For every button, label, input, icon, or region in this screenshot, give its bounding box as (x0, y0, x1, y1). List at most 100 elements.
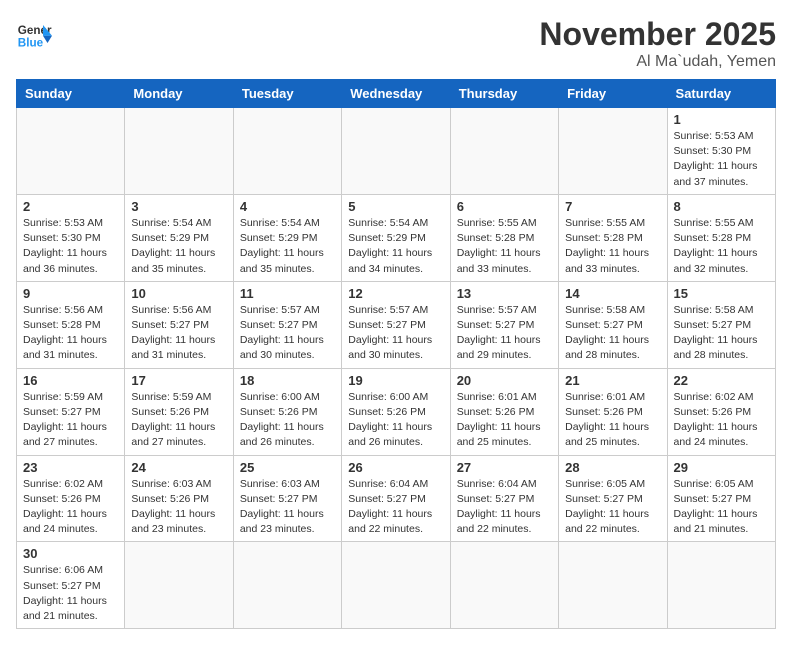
day-cell: 27 Sunrise: 6:04 AMSunset: 5:27 PMDayligh… (450, 455, 558, 542)
day-cell (233, 108, 341, 195)
day-info: Sunrise: 5:58 AMSunset: 5:27 PMDaylight:… (565, 303, 660, 364)
day-info: Sunrise: 6:06 AMSunset: 5:27 PMDaylight:… (23, 563, 118, 624)
day-number: 4 (240, 199, 335, 214)
day-cell: 30Sunrise: 6:06 AMSunset: 5:27 PMDayligh… (17, 542, 125, 629)
day-number: 8 (674, 199, 769, 214)
day-info: Sunrise: 6:03 AMSunset: 5:27 PMDaylight:… (240, 477, 335, 538)
day-number: 16 (23, 373, 118, 388)
day-number: 12 (348, 286, 443, 301)
day-info: Sunrise: 5:57 AMSunset: 5:27 PMDaylight:… (240, 303, 335, 364)
logo: General Blue (16, 16, 52, 52)
day-info: Sunrise: 6:02 AMSunset: 5:26 PMDaylight:… (23, 477, 118, 538)
day-number: 10 (131, 286, 226, 301)
day-cell: 19 Sunrise: 6:00 AMSunset: 5:26 PMDayligh… (342, 368, 450, 455)
day-number: 6 (457, 199, 552, 214)
day-number: 19 (348, 373, 443, 388)
day-info: Sunrise: 6:03 AMSunset: 5:26 PMDaylight:… (131, 477, 226, 538)
day-cell: 13 Sunrise: 5:57 AMSunset: 5:27 PMDayligh… (450, 281, 558, 368)
day-number: 23 (23, 460, 118, 475)
day-cell: 6 Sunrise: 5:55 AMSunset: 5:28 PMDaylight… (450, 194, 558, 281)
day-cell (450, 542, 558, 629)
day-number: 13 (457, 286, 552, 301)
day-cell: 22 Sunrise: 6:02 AMSunset: 5:26 PMDayligh… (667, 368, 775, 455)
page-header: General Blue November 2025 Al Ma`udah, Y… (16, 16, 776, 71)
day-number: 22 (674, 373, 769, 388)
day-info: Sunrise: 6:00 AMSunset: 5:26 PMDaylight:… (240, 390, 335, 451)
svg-text:Blue: Blue (18, 37, 44, 50)
day-cell: 7 Sunrise: 5:55 AMSunset: 5:28 PMDaylight… (559, 194, 667, 281)
day-info: Sunrise: 6:02 AMSunset: 5:26 PMDaylight:… (674, 390, 769, 451)
calendar-table: SundayMondayTuesdayWednesdayThursdayFrid… (16, 79, 776, 629)
day-info: Sunrise: 6:04 AMSunset: 5:27 PMDaylight:… (348, 477, 443, 538)
day-info: Sunrise: 5:57 AMSunset: 5:27 PMDaylight:… (457, 303, 552, 364)
col-header-friday: Friday (559, 80, 667, 108)
day-cell: 16 Sunrise: 5:59 AMSunset: 5:27 PMDayligh… (17, 368, 125, 455)
week-row-0: 1 Sunrise: 5:53 AMSunset: 5:30 PMDaylight… (17, 108, 776, 195)
col-header-tuesday: Tuesday (233, 80, 341, 108)
day-number: 18 (240, 373, 335, 388)
day-cell (450, 108, 558, 195)
day-cell: 20 Sunrise: 6:01 AMSunset: 5:26 PMDayligh… (450, 368, 558, 455)
day-number: 24 (131, 460, 226, 475)
day-info: Sunrise: 5:55 AMSunset: 5:28 PMDaylight:… (565, 216, 660, 277)
day-cell: 2 Sunrise: 5:53 AMSunset: 5:30 PMDaylight… (17, 194, 125, 281)
day-info: Sunrise: 6:04 AMSunset: 5:27 PMDaylight:… (457, 477, 552, 538)
day-number: 27 (457, 460, 552, 475)
day-number: 1 (674, 112, 769, 127)
day-cell: 9Sunrise: 5:56 AMSunset: 5:28 PMDaylight… (17, 281, 125, 368)
week-row-3: 16 Sunrise: 5:59 AMSunset: 5:27 PMDayligh… (17, 368, 776, 455)
day-number: 28 (565, 460, 660, 475)
day-cell: 11 Sunrise: 5:57 AMSunset: 5:27 PMDayligh… (233, 281, 341, 368)
day-info: Sunrise: 5:58 AMSunset: 5:27 PMDaylight:… (674, 303, 769, 364)
col-header-wednesday: Wednesday (342, 80, 450, 108)
day-info: Sunrise: 5:59 AMSunset: 5:27 PMDaylight:… (23, 390, 118, 451)
day-info: Sunrise: 5:54 AMSunset: 5:29 PMDaylight:… (131, 216, 226, 277)
col-header-sunday: Sunday (17, 80, 125, 108)
day-cell (342, 108, 450, 195)
col-header-thursday: Thursday (450, 80, 558, 108)
week-row-1: 2 Sunrise: 5:53 AMSunset: 5:30 PMDaylight… (17, 194, 776, 281)
day-number: 11 (240, 286, 335, 301)
day-cell (559, 108, 667, 195)
day-info: Sunrise: 5:57 AMSunset: 5:27 PMDaylight:… (348, 303, 443, 364)
day-cell (125, 542, 233, 629)
logo-icon: General Blue (16, 16, 52, 52)
day-cell: 23 Sunrise: 6:02 AMSunset: 5:26 PMDayligh… (17, 455, 125, 542)
day-number: 14 (565, 286, 660, 301)
location: Al Ma`udah, Yemen (539, 53, 776, 71)
day-cell: 29Sunrise: 6:05 AMSunset: 5:27 PMDayligh… (667, 455, 775, 542)
day-cell: 26Sunrise: 6:04 AMSunset: 5:27 PMDayligh… (342, 455, 450, 542)
month-title: November 2025 (539, 16, 776, 53)
day-cell (233, 542, 341, 629)
title-block: November 2025 Al Ma`udah, Yemen (539, 16, 776, 71)
day-cell: 24 Sunrise: 6:03 AMSunset: 5:26 PMDayligh… (125, 455, 233, 542)
week-row-5: 30Sunrise: 6:06 AMSunset: 5:27 PMDayligh… (17, 542, 776, 629)
col-header-saturday: Saturday (667, 80, 775, 108)
day-cell: 4 Sunrise: 5:54 AMSunset: 5:29 PMDaylight… (233, 194, 341, 281)
day-cell: 12 Sunrise: 5:57 AMSunset: 5:27 PMDayligh… (342, 281, 450, 368)
day-number: 15 (674, 286, 769, 301)
day-info: Sunrise: 5:53 AMSunset: 5:30 PMDaylight:… (23, 216, 118, 277)
day-number: 2 (23, 199, 118, 214)
day-number: 20 (457, 373, 552, 388)
day-info: Sunrise: 5:53 AMSunset: 5:30 PMDaylight:… (674, 129, 769, 190)
day-number: 3 (131, 199, 226, 214)
day-number: 7 (565, 199, 660, 214)
day-info: Sunrise: 5:59 AMSunset: 5:26 PMDaylight:… (131, 390, 226, 451)
day-cell (342, 542, 450, 629)
day-info: Sunrise: 6:00 AMSunset: 5:26 PMDaylight:… (348, 390, 443, 451)
day-cell: 17Sunrise: 5:59 AMSunset: 5:26 PMDayligh… (125, 368, 233, 455)
day-info: Sunrise: 5:54 AMSunset: 5:29 PMDaylight:… (240, 216, 335, 277)
day-number: 5 (348, 199, 443, 214)
day-cell (559, 542, 667, 629)
day-cell: 10 Sunrise: 5:56 AMSunset: 5:27 PMDayligh… (125, 281, 233, 368)
week-row-2: 9Sunrise: 5:56 AMSunset: 5:28 PMDaylight… (17, 281, 776, 368)
day-cell: 21Sunrise: 6:01 AMSunset: 5:26 PMDayligh… (559, 368, 667, 455)
day-cell: 15 Sunrise: 5:58 AMSunset: 5:27 PMDayligh… (667, 281, 775, 368)
day-info: Sunrise: 6:05 AMSunset: 5:27 PMDaylight:… (674, 477, 769, 538)
day-info: Sunrise: 5:55 AMSunset: 5:28 PMDaylight:… (674, 216, 769, 277)
day-info: Sunrise: 6:01 AMSunset: 5:26 PMDaylight:… (457, 390, 552, 451)
day-info: Sunrise: 5:56 AMSunset: 5:27 PMDaylight:… (131, 303, 226, 364)
calendar-header-row: SundayMondayTuesdayWednesdayThursdayFrid… (17, 80, 776, 108)
day-info: Sunrise: 5:55 AMSunset: 5:28 PMDaylight:… (457, 216, 552, 277)
